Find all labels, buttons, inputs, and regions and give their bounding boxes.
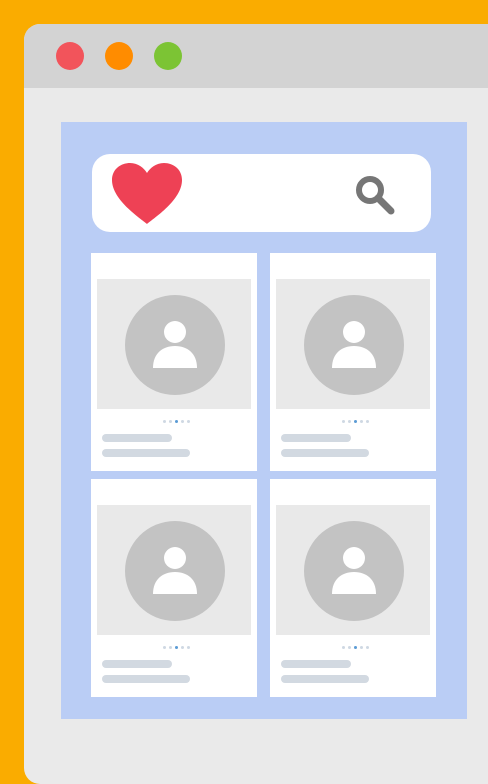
heart-icon[interactable]: [110, 162, 184, 226]
dating-app-screen: [61, 122, 467, 719]
avatar: [304, 521, 404, 621]
profile-detail-placeholder: [102, 675, 190, 683]
search-icon[interactable]: [354, 174, 396, 216]
profile-name-placeholder: [281, 434, 351, 442]
pager-dot: [187, 646, 190, 649]
pager-dot: [187, 420, 190, 423]
pager-dot: [360, 420, 363, 423]
profile-card[interactable]: [270, 479, 436, 697]
user-icon: [153, 321, 197, 368]
minimize-icon[interactable]: [105, 42, 133, 70]
avatar: [304, 295, 404, 395]
profile-name-placeholder: [102, 434, 172, 442]
profile-card[interactable]: [270, 253, 436, 471]
close-icon[interactable]: [56, 42, 84, 70]
profile-name-placeholder: [102, 660, 172, 668]
profile-detail-placeholder: [281, 449, 369, 457]
profile-name-placeholder: [281, 660, 351, 668]
user-icon: [332, 547, 376, 594]
pager-dot-active: [354, 420, 357, 423]
browser-window: [24, 24, 488, 784]
profile-photo: [276, 505, 430, 635]
pager-dot: [366, 646, 369, 649]
avatar: [125, 295, 225, 395]
profile-photo: [276, 279, 430, 409]
pager-dot: [181, 420, 184, 423]
user-icon: [153, 547, 197, 594]
pager-dot: [342, 646, 345, 649]
profile-detail-placeholder: [102, 449, 190, 457]
pager-dot-active: [175, 646, 178, 649]
pager-dot: [169, 646, 172, 649]
maximize-icon[interactable]: [154, 42, 182, 70]
photo-pager[interactable]: [163, 646, 190, 650]
pager-dot: [342, 420, 345, 423]
photo-pager[interactable]: [342, 420, 369, 424]
pager-dot-active: [354, 646, 357, 649]
profile-card[interactable]: [91, 479, 257, 697]
pager-dot: [181, 646, 184, 649]
pager-dot: [163, 646, 166, 649]
pager-dot: [366, 420, 369, 423]
user-icon: [332, 321, 376, 368]
avatar: [125, 521, 225, 621]
pager-dot: [348, 420, 351, 423]
profile-photo: [97, 505, 251, 635]
profile-photo: [97, 279, 251, 409]
profile-card[interactable]: [91, 253, 257, 471]
photo-pager[interactable]: [163, 420, 190, 424]
search-bar[interactable]: [92, 154, 431, 232]
pager-dot-active: [175, 420, 178, 423]
pager-dot: [360, 646, 363, 649]
pager-dot: [348, 646, 351, 649]
photo-pager[interactable]: [342, 646, 369, 650]
profile-detail-placeholder: [281, 675, 369, 683]
pager-dot: [163, 420, 166, 423]
pager-dot: [169, 420, 172, 423]
window-titlebar: [24, 24, 488, 88]
